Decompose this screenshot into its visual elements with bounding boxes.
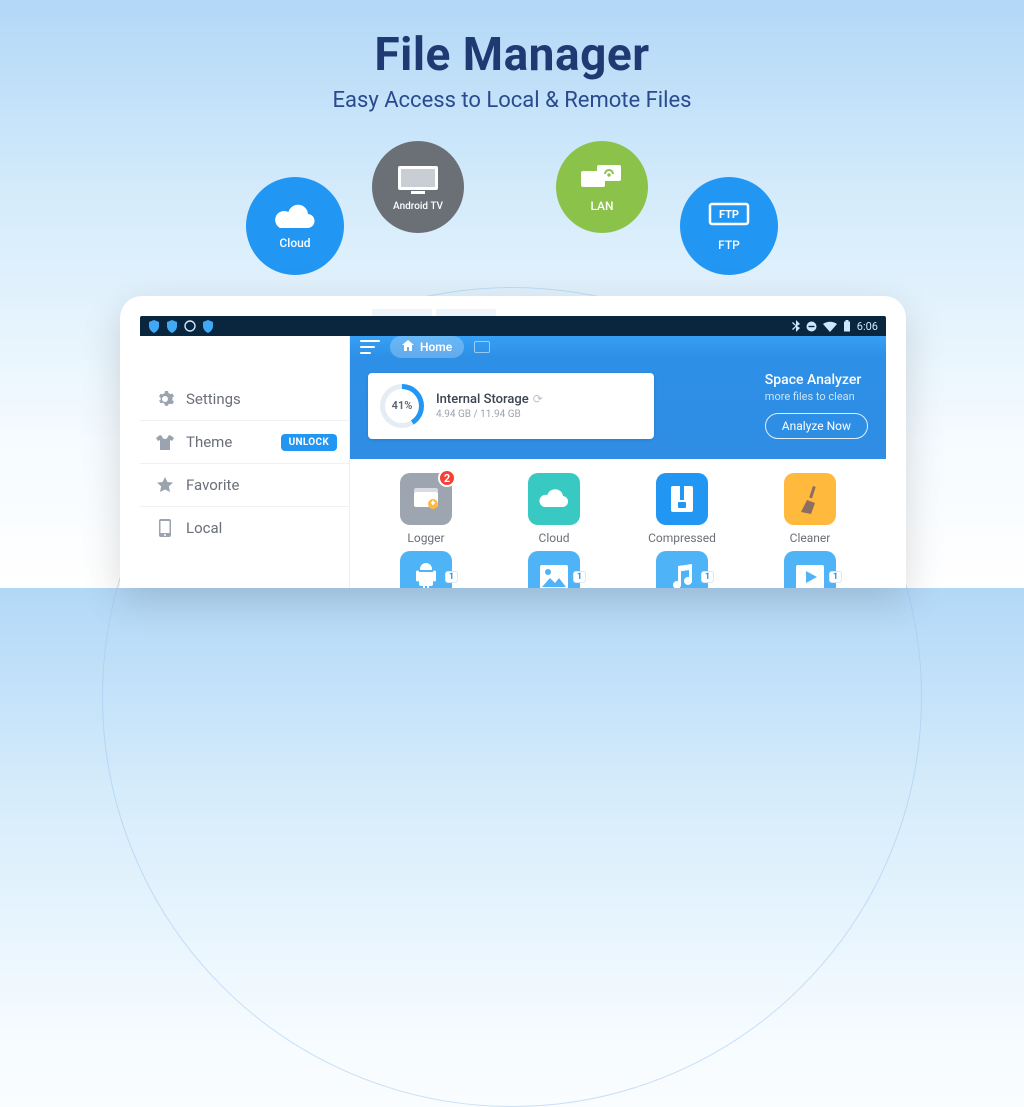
status-bar: 6:06	[140, 316, 886, 336]
bubble-cloud-label: Cloud	[279, 236, 310, 250]
storage-ring: 41%	[380, 384, 424, 428]
dnd-icon	[806, 321, 817, 332]
tablet-frame: 6:06 Settings Theme UNLOCK Favor	[120, 296, 906, 588]
tile-app-badge: 1	[445, 571, 458, 583]
tile-compressed[interactable]: Compressed	[624, 473, 740, 545]
sidebar-settings-label: Settings	[186, 390, 241, 408]
tile-cloud-label: Cloud	[539, 531, 570, 545]
hamburger-icon[interactable]	[360, 340, 380, 354]
breadcrumb-home-label: Home	[420, 340, 452, 354]
storage-card[interactable]: 41% Internal Storage ⟳ 4.94 GB / 11.94 GB	[368, 373, 654, 439]
cleaner-icon	[784, 473, 836, 525]
storage-text: Internal Storage ⟳ 4.94 GB / 11.94 GB	[436, 392, 543, 420]
tile-cleaner-label: Cleaner	[790, 531, 831, 545]
shield-icon	[166, 320, 178, 333]
lan-icon	[579, 161, 625, 195]
bubble-tv-label: Android TV	[393, 201, 443, 212]
tile-grid: 2 Logger Cloud Compressed	[350, 459, 886, 588]
sidebar-favorite-label: Favorite	[186, 476, 239, 494]
refresh-icon[interactable]: ⟳	[533, 392, 543, 406]
tile-logger[interactable]: 2 Logger	[368, 473, 484, 545]
tile-image[interactable]: 1	[496, 551, 612, 588]
sidebar: Settings Theme UNLOCK Favorite Local	[140, 336, 350, 588]
sidebar-theme-label: Theme	[186, 433, 232, 451]
status-time: 6:06	[857, 320, 878, 333]
circle-icon	[184, 320, 196, 332]
tile-logger-label: Logger	[407, 531, 444, 545]
shield-icon	[202, 320, 214, 333]
tablet-screen: 6:06 Settings Theme UNLOCK Favor	[140, 316, 886, 588]
hero-subtitle: Easy Access to Local & Remote Files	[0, 88, 1024, 113]
tile-cloud[interactable]: Cloud	[496, 473, 612, 545]
sidebar-item-local[interactable]: Local	[140, 507, 349, 549]
shield-icon	[148, 320, 160, 333]
app: Settings Theme UNLOCK Favorite Local	[140, 336, 886, 588]
bluetooth-icon	[792, 320, 800, 332]
tab-stubs	[372, 309, 496, 316]
tile-cleaner[interactable]: Cleaner	[752, 473, 868, 545]
bubble-lan-label: LAN	[590, 199, 613, 213]
sidebar-item-favorite[interactable]: Favorite	[140, 464, 349, 506]
svg-text:FTP: FTP	[719, 208, 739, 221]
cloud-tile-icon	[528, 473, 580, 525]
phone-icon	[156, 519, 174, 537]
bubble-lan: LAN	[556, 141, 648, 233]
gear-icon	[156, 390, 174, 408]
battery-icon	[843, 320, 851, 332]
storage-row: 41% Internal Storage ⟳ 4.94 GB / 11.94 GB…	[350, 358, 886, 459]
breadcrumb-home[interactable]: Home	[390, 336, 464, 358]
hero: File Manager Easy Access to Local & Remo…	[0, 0, 1024, 113]
analyze-now-button[interactable]: Analyze Now	[765, 413, 868, 439]
analyzer-title: Space Analyzer	[765, 372, 868, 388]
storage-title: Internal Storage	[436, 392, 529, 407]
tile-image-badge: 1	[573, 571, 586, 583]
shirt-icon	[156, 433, 174, 451]
tile-video-badge: 1	[829, 571, 842, 583]
star-icon	[156, 476, 174, 494]
status-left	[148, 320, 214, 333]
analyzer-sub: more files to clean	[765, 390, 868, 403]
bubble-android-tv: Android TV	[372, 141, 464, 233]
tile-compressed-label: Compressed	[648, 531, 716, 545]
sidebar-local-label: Local	[186, 519, 222, 537]
tile-app[interactable]: 1	[368, 551, 484, 588]
topbar: Home	[350, 336, 886, 358]
android-icon	[400, 551, 452, 588]
tile-video[interactable]: 1	[752, 551, 868, 588]
tv-icon	[395, 163, 441, 197]
unlock-badge[interactable]: UNLOCK	[281, 434, 337, 451]
analyzer-block: Space Analyzer more files to clean Analy…	[765, 372, 868, 439]
status-right: 6:06	[792, 320, 878, 333]
bubble-ftp: FTP FTP	[680, 177, 778, 275]
main: Home 41% Internal Storage ⟳ 4.94 GB / 11.…	[350, 336, 886, 588]
sidebar-item-theme[interactable]: Theme UNLOCK	[140, 421, 349, 463]
cloud-icon	[272, 202, 318, 232]
sidebar-item-settings[interactable]: Settings	[140, 378, 349, 420]
bubble-cloud: Cloud	[246, 177, 344, 275]
image-icon	[528, 551, 580, 588]
storage-percent: 41%	[392, 399, 413, 412]
tile-music-badge: 1	[701, 571, 714, 583]
tile-music[interactable]: 1	[624, 551, 740, 588]
video-icon	[784, 551, 836, 588]
logger-badge: 2	[438, 469, 456, 487]
windows-button[interactable]	[474, 341, 490, 353]
storage-detail: 4.94 GB / 11.94 GB	[436, 409, 543, 420]
wifi-icon	[823, 321, 837, 332]
home-icon	[402, 340, 414, 354]
bubble-ftp-label: FTP	[718, 238, 740, 252]
music-icon	[656, 551, 708, 588]
compressed-icon	[656, 473, 708, 525]
ftp-icon: FTP	[704, 200, 754, 234]
hero-title: File Manager	[0, 28, 1024, 82]
